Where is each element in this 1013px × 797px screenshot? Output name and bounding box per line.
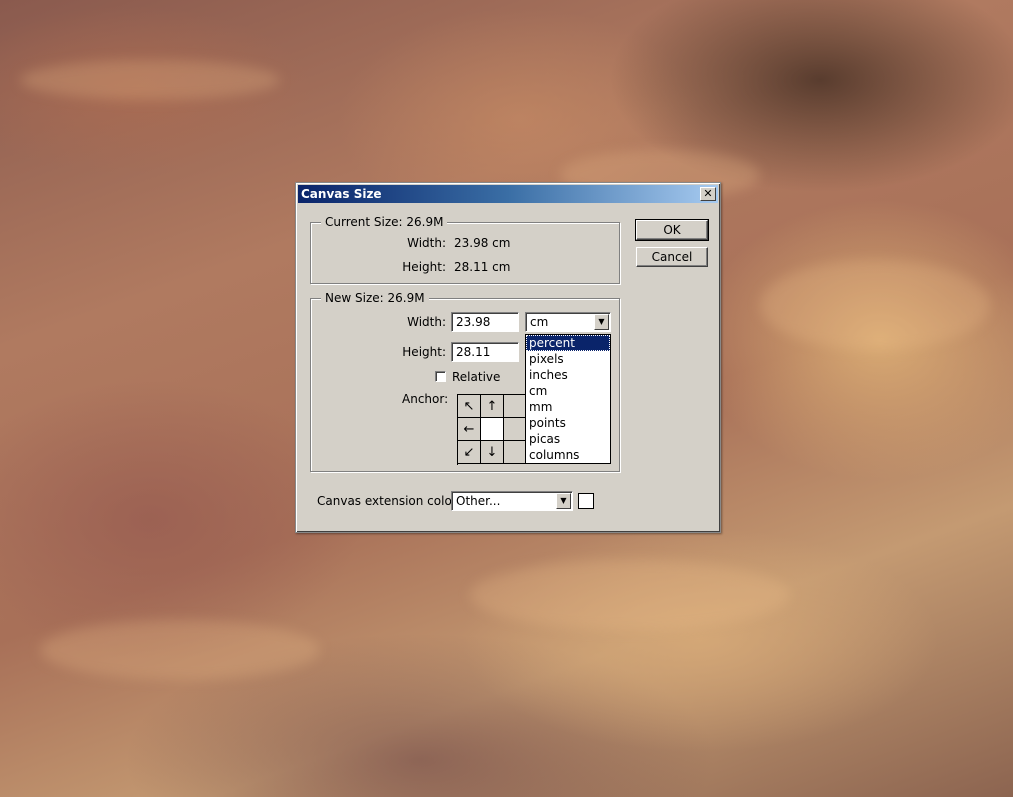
current-width-label: Width: [407, 236, 446, 250]
new-width-input[interactable]: 23.98 [451, 312, 519, 332]
unit-option-cm[interactable]: cm [526, 383, 610, 399]
dialog-titlebar[interactable]: Canvas Size ✕ [298, 185, 718, 203]
unit-option-columns[interactable]: columns [526, 447, 610, 463]
dialog-title: Canvas Size [301, 187, 382, 201]
unit-option-inches[interactable]: inches [526, 367, 610, 383]
chevron-down-icon[interactable]: ▼ [556, 493, 571, 509]
current-size-legend: Current Size: 26.9M [321, 215, 448, 229]
anchor-middle-left[interactable]: ← [458, 418, 481, 441]
chevron-down-icon[interactable]: ▼ [594, 314, 609, 330]
anchor-grid: ↖ ↑ ← ↙ ↓ [457, 394, 528, 465]
current-height-label: Height: [402, 260, 446, 274]
cancel-button[interactable]: Cancel [636, 247, 708, 267]
canvas-size-dialog: Canvas Size ✕ Current Size: 26.9M Width:… [295, 182, 721, 533]
anchor-label: Anchor: [402, 392, 449, 406]
close-button[interactable]: ✕ [700, 187, 716, 201]
unit-option-percent[interactable]: percent [526, 335, 610, 351]
new-size-legend: New Size: 26.9M [321, 291, 429, 305]
relative-checkbox[interactable] [435, 371, 446, 382]
new-height-input[interactable]: 28.11 [451, 342, 519, 362]
extension-color-label: Canvas extension color: [317, 494, 461, 508]
unit-option-mm[interactable]: mm [526, 399, 610, 415]
anchor-top-left[interactable]: ↖ [458, 395, 481, 418]
current-size-group: Current Size: 26.9M [310, 215, 620, 284]
close-icon: ✕ [703, 187, 713, 200]
unit-dropdown-list: percent pixels inches cm mm points picas… [525, 334, 611, 464]
anchor-middle-right[interactable] [504, 418, 527, 441]
ok-button[interactable]: OK [635, 219, 709, 241]
anchor-top-right[interactable] [504, 395, 527, 418]
unit-option-pixels[interactable]: pixels [526, 351, 610, 367]
anchor-bottom-right[interactable] [504, 441, 527, 464]
width-unit-value: cm [530, 315, 549, 329]
unit-option-picas[interactable]: picas [526, 431, 610, 447]
relative-label[interactable]: Relative [452, 370, 500, 384]
extension-color-select[interactable]: Other... ▼ [451, 491, 573, 511]
extension-color-value: Other... [456, 494, 501, 508]
anchor-bottom-center[interactable]: ↓ [481, 441, 504, 464]
unit-option-points[interactable]: points [526, 415, 610, 431]
anchor-top-center[interactable]: ↑ [481, 395, 504, 418]
anchor-center[interactable] [481, 418, 504, 441]
new-height-label: Height: [402, 345, 446, 359]
current-height-value: 28.11 cm [454, 260, 511, 274]
new-width-label: Width: [407, 315, 446, 329]
width-unit-select[interactable]: cm ▼ [525, 312, 611, 332]
current-width-value: 23.98 cm [454, 236, 511, 250]
anchor-bottom-left[interactable]: ↙ [458, 441, 481, 464]
extension-color-swatch[interactable] [578, 493, 594, 509]
